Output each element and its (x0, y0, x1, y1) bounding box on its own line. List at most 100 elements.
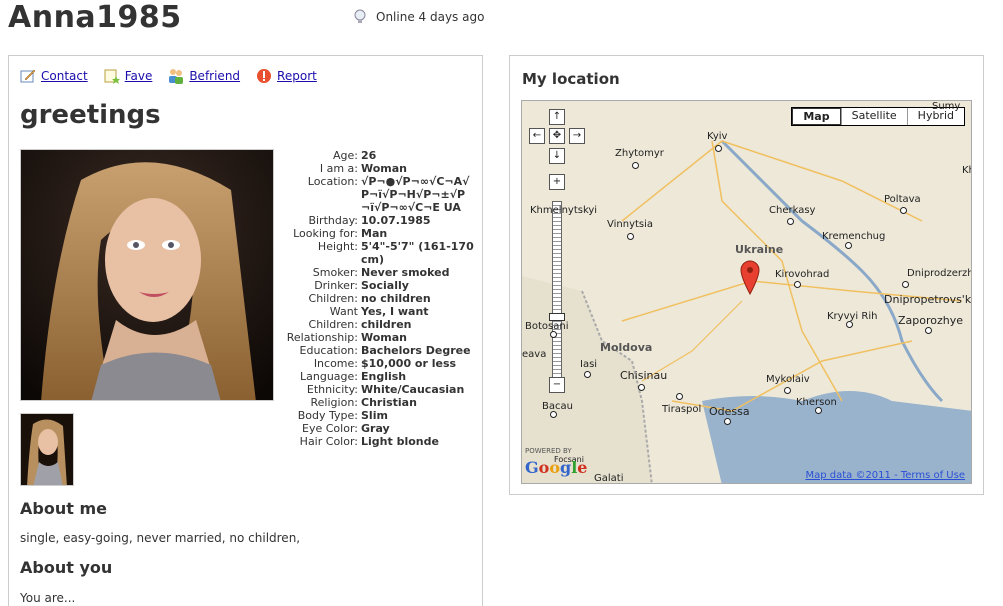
map-city-kyiv: Kyiv (707, 131, 728, 142)
location-panel: My location ↑ ← ✥ → ↓ + − Map Satellite … (509, 55, 984, 495)
map-city-botosani: Botosani (525, 321, 569, 332)
map-footer: Map data ©2011 - Terms of Use (805, 470, 965, 481)
map-city-kherson: Kherson (796, 397, 837, 408)
map-city-bacau: Bacau (542, 401, 573, 412)
fave-label: Fave (124, 69, 153, 83)
detail-value: White/Caucasian (361, 383, 465, 396)
map-city-kirovohrad: Kirovohrad (775, 269, 830, 280)
people-icon (169, 69, 184, 84)
detail-label: I am a: (319, 162, 358, 175)
zoom-out-button[interactable]: − (549, 377, 565, 393)
fave-link[interactable]: Fave (104, 68, 153, 84)
detail-row: Religion: Christian (279, 396, 474, 409)
map-city-odessa: Odessa (709, 405, 750, 418)
profile-photo[interactable] (20, 149, 274, 401)
detail-value: Yes, I want (361, 305, 429, 318)
zoom-slider-track[interactable] (552, 201, 562, 381)
detail-label: Education: (299, 344, 358, 357)
befriend-label: Befriend (189, 69, 241, 83)
terms-of-use-link[interactable]: Terms of Use (901, 470, 965, 481)
pencil-paper-icon (20, 69, 36, 83)
map-data-link[interactable]: Map data ©2011 (805, 470, 890, 481)
detail-label: Smoker: (312, 266, 358, 279)
detail-value: Christian (361, 396, 417, 409)
profile-username: Anna1985 (8, 0, 182, 35)
detail-label: Income: (313, 357, 358, 370)
detail-value: 10.07.1985 (361, 214, 431, 227)
detail-row: Height: 5'4"-5'7" (161-170cm) (279, 240, 474, 266)
detail-row: Age: 26 (279, 149, 474, 162)
profile-panel: Contact Fave Befriend Report greetings A… (8, 55, 483, 606)
pan-left-button[interactable]: ← (529, 128, 545, 144)
detail-value: Bachelors Degree (361, 344, 471, 357)
map-city-vinnytsia: Vinnytsia (607, 219, 654, 230)
detail-value: 26 (361, 149, 377, 162)
detail-label: Want (329, 305, 358, 318)
detail-value: Light blonde (361, 435, 439, 448)
map-city-galati: Galati (594, 473, 624, 484)
detail-row: Looking for: Man (279, 227, 474, 240)
detail-row: Ethnicity: White/Caucasian (279, 383, 474, 396)
detail-row: Children: no children (279, 292, 474, 305)
map-city-kh: Kh (962, 165, 971, 176)
detail-row: Smoker: Never smoked (279, 266, 474, 279)
map-city-sumy: Sumy (932, 101, 961, 112)
map-city-cherkasy: Cherkasy (769, 205, 816, 216)
profile-actions: Contact Fave Befriend Report (20, 68, 317, 84)
detail-value: children (361, 318, 412, 331)
detail-row: Body Type: Slim (279, 409, 474, 422)
portrait-image (21, 150, 273, 400)
detail-value: √Р¬●√Р¬∞√С¬А√Р¬ї√Р¬Н√Р¬±√Р¬ї√Р¬∞√С¬Е UA (361, 175, 470, 214)
detail-row: Eye Color: Gray (279, 422, 474, 435)
detail-row: Hair Color: Light blonde (279, 435, 474, 448)
online-status: Online 4 days ago (352, 9, 484, 25)
detail-value: Slim (361, 409, 388, 422)
zoom-slider-knob[interactable] (549, 313, 565, 321)
detail-label: Religion: (310, 396, 358, 409)
detail-row: Birthday: 10.07.1985 (279, 214, 474, 227)
report-link[interactable]: Report (256, 68, 317, 84)
powered-by-label: POWERED BY (525, 447, 572, 455)
lightbulb-icon (354, 9, 366, 23)
detail-value: Woman (361, 331, 408, 344)
pan-up-button[interactable]: ↑ (549, 109, 565, 125)
detail-value: Gray (361, 422, 390, 435)
map-city-tiraspol: Tiraspol (662, 404, 702, 415)
detail-row: Language: English (279, 370, 474, 383)
pan-right-button[interactable]: → (569, 128, 585, 144)
location-map[interactable]: ↑ ← ✥ → ↓ + − Map Satellite Hybrid Ukrai… (521, 100, 972, 484)
contact-link[interactable]: Contact (20, 68, 88, 84)
detail-row: Want Yes, I want (279, 305, 474, 318)
map-city-kremenchug: Kremenchug (822, 231, 886, 242)
zoom-in-button[interactable]: + (549, 174, 565, 190)
map-type-map[interactable]: Map (792, 108, 841, 125)
google-logo: Google (525, 458, 588, 477)
profile-headline: greetings (20, 100, 161, 130)
report-label: Report (277, 69, 317, 83)
detail-value: 5'4"-5'7" (161-170cm) (361, 240, 474, 266)
detail-row: Drinker: Socially (279, 279, 474, 292)
warning-icon (257, 69, 272, 83)
map-city-poltava: Poltava (884, 194, 921, 205)
map-city-dnipropetrovsk: Dnipropetrovs'k (884, 293, 972, 306)
detail-label: Location: (307, 175, 358, 188)
star-note-icon (104, 69, 120, 84)
pan-center-button[interactable]: ✥ (549, 128, 565, 144)
detail-row: Location: √Р¬●√Р¬∞√С¬А√Р¬ї√Р¬Н√Р¬±√Р¬ї√Р¬… (279, 175, 474, 214)
map-type-satellite[interactable]: Satellite (840, 108, 907, 125)
contact-label: Contact (41, 69, 88, 83)
pan-down-button[interactable]: ↓ (549, 148, 565, 164)
about-me-text: single, easy-going, never married, no ch… (20, 531, 301, 545)
profile-thumbnail[interactable] (20, 413, 74, 486)
map-city-dniprodzerzhy: Dniprodzerzhy (907, 268, 971, 279)
map-label-ukraine: Ukraine (735, 243, 784, 256)
befriend-link[interactable]: Befriend (168, 68, 240, 84)
detail-value: $10,000 or less (361, 357, 457, 370)
detail-label: Ethnicity: (306, 383, 358, 396)
profile-details: Age: 26 I am a: Woman Location: √Р¬●√Р¬∞√С¬А√… (279, 149, 474, 448)
map-marker-icon[interactable] (739, 259, 761, 295)
about-you-text: You are... (20, 591, 76, 605)
detail-value: Man (361, 227, 388, 240)
detail-row: I am a: Woman (279, 162, 474, 175)
location-title: My location (522, 70, 620, 88)
